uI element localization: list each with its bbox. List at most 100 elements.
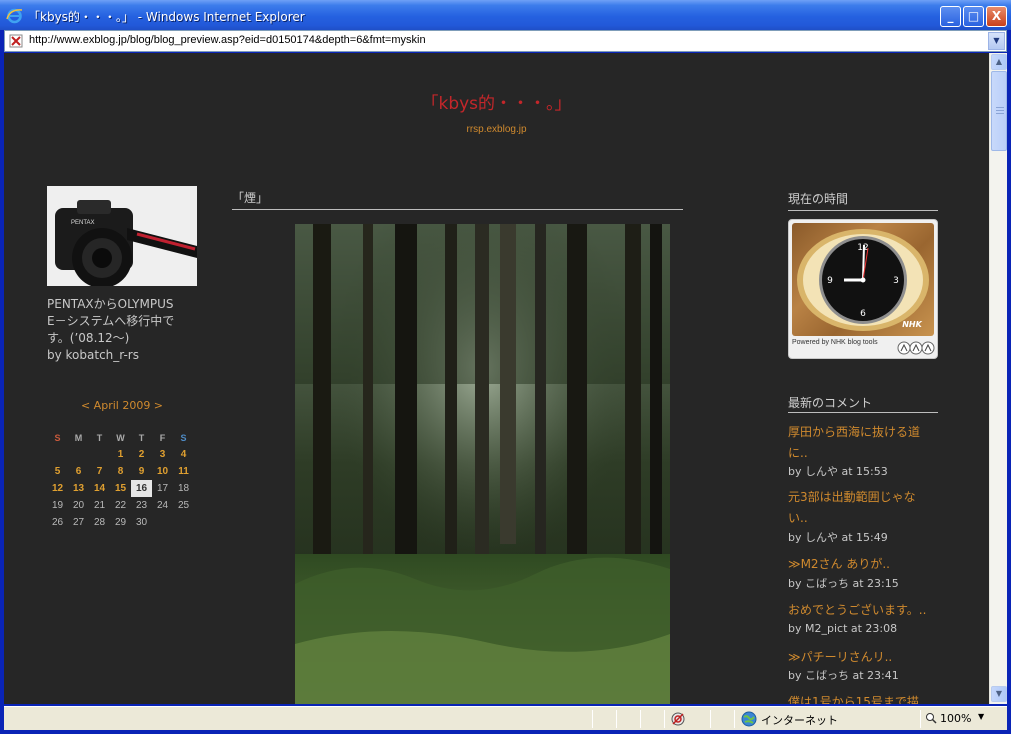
clock-heading-divider [788,210,938,211]
calendar-day-header: W [116,432,125,443]
privacy-icon[interactable] [670,711,686,727]
calendar-day: 23 [135,500,148,511]
calendar-day-link[interactable]: 2 [131,446,152,463]
calendar-day-header: F [159,432,166,443]
calendar-day-link[interactable]: 11 [173,463,194,480]
calendar-day-link[interactable]: 10 [152,463,173,480]
calendar-day: 22 [114,500,127,511]
grip-line [996,107,1004,108]
clock-mark: 6 [860,309,866,319]
calendar-day [47,446,68,463]
comment-link[interactable]: 元3部は出動範囲じゃな い.. [788,487,938,529]
calendar-day-link[interactable]: 15 [110,480,131,497]
maximize-button[interactable]: □ [963,6,984,27]
maximize-icon: □ [967,9,980,23]
comment-link[interactable]: おめでとうございます。.. [788,600,938,621]
calendar-day-link[interactable]: 13 [68,480,89,497]
ie-logo-icon [6,8,23,24]
url-field[interactable]: http://www.exblog.jp/blog/blog_preview.a… [29,34,426,46]
calendar-day-link[interactable]: 5 [47,463,68,480]
comment-text: おめでとうございます。.. [788,603,927,617]
calendar-day: 17 [156,483,169,494]
clock-widget[interactable]: 12 3 6 9 NHK Powered by NHK blog tools [788,219,938,359]
post-photo-forest[interactable] [295,224,670,704]
address-dropdown-button[interactable]: ▼ [988,32,1005,50]
comments-heading: 最新のコメント [788,396,873,410]
calendar-day: 25 [177,500,190,511]
clock-heading: 現在の時間 [788,192,849,206]
calendar-day-link[interactable]: 14 [89,480,110,497]
calendar-day: 27 [72,517,85,528]
blog-subtitle[interactable]: rrsp.exblog.jp [4,124,989,135]
minimize-button[interactable]: _ [940,6,961,27]
calendar-week: 26 27 28 29 30 [47,514,194,531]
calendar-day-header: S [54,432,61,443]
calendar-header-row: S M T W T F S [47,429,194,446]
calendar-day [89,446,110,463]
address-bar[interactable]: http://www.exblog.jp/blog/blog_preview.a… [4,30,1007,52]
calendar-day-link[interactable]: 8 [110,463,131,480]
calendar-week: 12 13 14 15 16 17 18 [47,480,194,497]
calendar-day-link[interactable]: 3 [152,446,173,463]
comment-link[interactable]: ≫M2さん ありが.. [788,554,938,575]
profile-photo: PENTAX [47,186,197,286]
calendar-day [152,514,173,531]
calendar-day: 24 [156,500,169,511]
nhk-badge-icon [897,341,935,355]
title-bar[interactable]: 「kbys的・・・。」 - Windows Internet Explorer … [0,0,1011,30]
calendar-nav[interactable]: < April 2009 > [47,399,197,412]
status-bar: インターネット 100% ▼ [4,706,1007,730]
calendar-day: 29 [114,517,127,528]
calendar-day-link[interactable]: 9 [131,463,152,480]
scroll-thumb[interactable] [991,71,1007,151]
post-title-divider [232,209,683,210]
clock-footer[interactable]: Powered by NHK blog tools [792,339,878,346]
clock-mark: 9 [827,276,833,286]
calendar-day-header: T [138,432,145,443]
comment-author: by こばっち at 23:15 [788,577,899,590]
zoom-dropdown-icon[interactable]: ▼ [978,712,984,721]
status-divider [710,710,711,728]
calendar-day-link[interactable]: 12 [47,480,68,497]
security-zone-label[interactable]: インターネット [761,712,838,728]
calendar-day-link[interactable]: 6 [68,463,89,480]
calendar-day-header: S [180,432,187,443]
comments-heading-divider [788,412,938,413]
comment-link[interactable]: ≫パチーリさんリ.. [788,647,938,668]
calendar-day-link[interactable]: 4 [173,446,194,463]
clock-background: 12 3 6 9 NHK [792,223,934,336]
scroll-up-button[interactable]: ▲ [991,54,1007,70]
post-title: 「煙」 [232,191,269,205]
calendar-day: 21 [93,500,106,511]
status-divider [734,710,735,728]
comment-author: by しんや at 15:53 [788,465,888,478]
close-button[interactable]: X [986,6,1007,27]
calendar-day-link[interactable]: 1 [110,446,131,463]
profile-line: す。(’08.12～) [47,331,130,345]
comment-text: 元3部は出動範囲じゃな [788,490,916,504]
comment-link[interactable]: 厚田から西海に抜ける道 に.. [788,422,938,464]
calendar-week: 1 2 3 4 [47,446,194,463]
calendar-day: 30 [135,517,148,528]
calendar-day-link[interactable]: 7 [89,463,110,480]
blog-title[interactable]: 「kbys的・・・。」 [4,89,989,114]
calendar-day-header: T [96,432,103,443]
calendar-day-header: M [74,432,83,443]
profile-author: by kobatch_r-rs [47,348,139,362]
chevron-down-icon: ▼ [995,689,1003,698]
comment-text: に.. [788,446,808,460]
close-icon: X [991,9,1002,23]
clock-mark: 3 [893,276,899,286]
grip-line [996,113,1004,114]
page-viewport: 「kbys的・・・。」 rrsp.exblog.jp PENTAX PENTAX… [4,53,989,704]
calendar-day [173,514,194,531]
calendar: S M T W T F S 1 2 3 4 5 6 7 8 9 10 11 12… [47,429,194,531]
nhk-logo-text: NHK [902,320,922,329]
vertical-scrollbar[interactable]: ▲ ▼ [989,53,1007,704]
comment-author: by しんや at 15:49 [788,531,888,544]
calendar-day: 20 [72,500,85,511]
comment-link[interactable]: 僕は1号から15号まで描 [788,692,938,704]
calendar-day [68,446,89,463]
scroll-down-button[interactable]: ▼ [991,686,1007,702]
zoom-level[interactable]: 100% [940,712,971,725]
